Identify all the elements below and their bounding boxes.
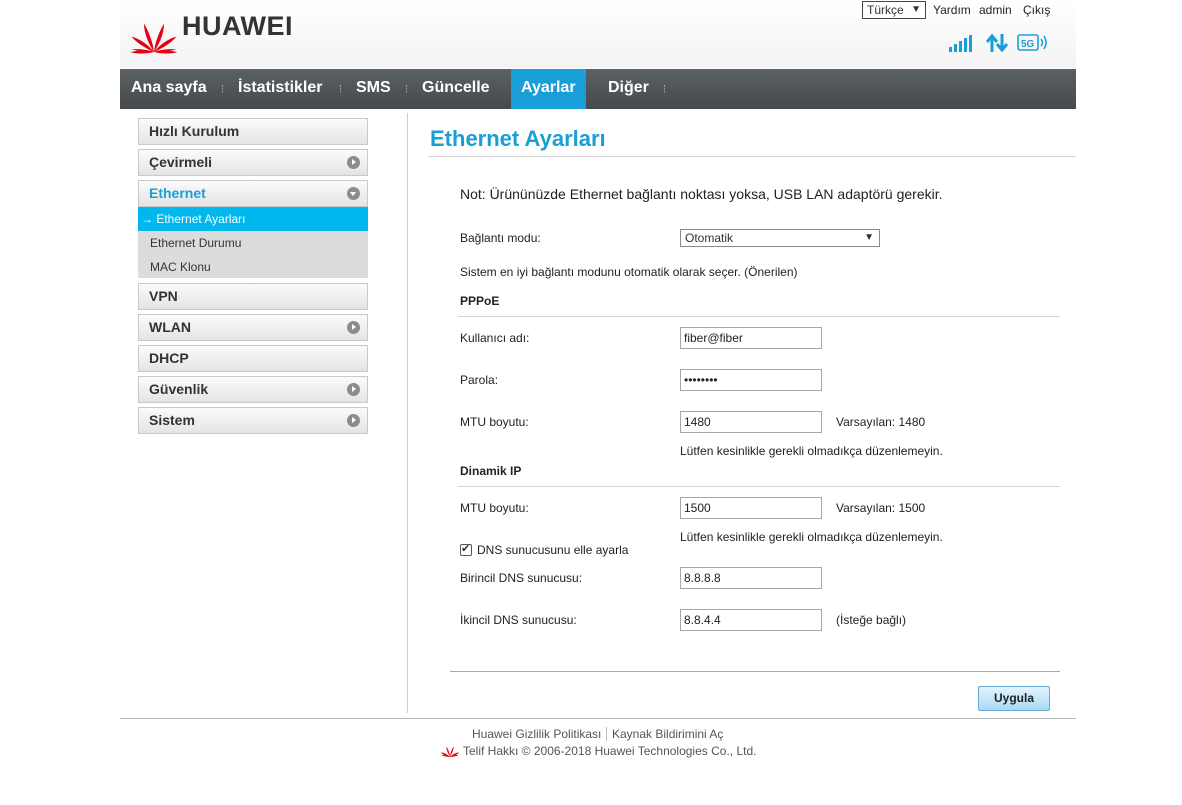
- secondary-dns-hint: (İsteğe bağlı): [836, 613, 907, 627]
- sidebar-item-label: Çevirmeli: [149, 154, 213, 170]
- sidebar-item-system[interactable]: Sistem: [138, 407, 368, 434]
- svg-text:5G: 5G: [1021, 39, 1035, 50]
- chevron-right-icon: [347, 321, 360, 334]
- dns-manual-label: DNS sunucusunu elle ayarla: [477, 543, 629, 557]
- logout-link[interactable]: Çıkış: [1023, 3, 1050, 17]
- main-nav: Ana sayfa İstatistikler SMS Güncelle Aya…: [120, 69, 1076, 109]
- sidebar-item-dhcp[interactable]: DHCP: [138, 345, 368, 372]
- open-source-notice-link[interactable]: Kaynak Bildirimini Aç: [612, 727, 723, 741]
- dropdown-arrow-icon: ▼: [911, 4, 921, 15]
- dynamic-mtu-input[interactable]: [680, 497, 822, 519]
- brand-name: HUAWEI: [182, 11, 293, 41]
- copyright-text: Telif Hakkı © 2006-2018 Huawei Technolog…: [463, 744, 757, 758]
- sidebar-item-dialup[interactable]: Çevirmeli: [138, 149, 368, 176]
- dns-manual-checkbox[interactable]: [460, 542, 472, 556]
- signal-strength-icon: [949, 35, 972, 52]
- nav-sms[interactable]: SMS: [346, 69, 401, 109]
- connection-mode-value: Otomatik: [685, 231, 734, 245]
- sidebar-item-label: VPN: [149, 288, 178, 304]
- chevron-down-icon: [347, 187, 360, 200]
- nav-statistics[interactable]: İstatistikler: [228, 69, 332, 109]
- nav-settings[interactable]: Ayarlar: [511, 69, 586, 109]
- connection-mode-label: Bağlantı modu:: [460, 231, 541, 245]
- dynamic-mtu-label: MTU boyutu:: [460, 501, 529, 515]
- sidebar-item-quick-setup[interactable]: Hızlı Kurulum: [138, 118, 368, 145]
- dynamic-ip-divider: [458, 486, 1060, 487]
- huawei-small-logo-icon: [441, 746, 459, 757]
- user-link[interactable]: admin: [979, 3, 1012, 17]
- chevron-right-icon: [347, 414, 360, 427]
- footer-separator: [606, 727, 607, 741]
- nav-update[interactable]: Güncelle: [412, 69, 500, 109]
- title-divider: [428, 156, 1076, 157]
- chevron-right-icon: [347, 383, 360, 396]
- dynamic-mtu-warning: Lütfen kesinlikle gerekli olmadıkça düze…: [680, 530, 943, 544]
- sidebar-item-label: WLAN: [149, 319, 191, 335]
- sidebar-item-vpn[interactable]: VPN: [138, 283, 368, 310]
- username-input[interactable]: [680, 327, 822, 349]
- secondary-dns-input[interactable]: [680, 609, 822, 631]
- sidebar-item-label: Hızlı Kurulum: [149, 123, 240, 139]
- pppoe-heading: PPPoE: [460, 294, 500, 308]
- connection-mode-hint: Sistem en iyi bağlantı modunu otomatik o…: [460, 265, 798, 279]
- sidebar-subitem-mac-clone[interactable]: MAC Klonu: [138, 255, 368, 279]
- form-bottom-divider: [450, 671, 1060, 672]
- help-link[interactable]: Yardım: [933, 3, 971, 17]
- pppoe-mtu-input[interactable]: [680, 411, 822, 433]
- arrow-right-icon: →: [141, 212, 153, 226]
- language-value: Türkçe: [867, 3, 904, 17]
- language-select[interactable]: Türkçe ▼: [862, 1, 926, 19]
- nav-other[interactable]: Diğer: [598, 69, 659, 109]
- password-input[interactable]: [680, 369, 822, 391]
- username-label: Kullanıcı adı:: [460, 331, 530, 345]
- chevron-right-icon: [347, 156, 360, 169]
- password-label: Parola:: [460, 373, 499, 387]
- 5g-icon: 5G: [1017, 34, 1047, 51]
- primary-dns-label: Birincil DNS sunucusu:: [460, 571, 583, 585]
- sidebar-item-security[interactable]: Güvenlik: [138, 376, 368, 403]
- sidebar-item-wlan[interactable]: WLAN: [138, 314, 368, 341]
- pppoe-mtu-label: MTU boyutu:: [460, 415, 529, 429]
- sidebar-item-label: Güvenlik: [149, 381, 209, 397]
- nav-separator: [664, 85, 665, 93]
- privacy-policy-link[interactable]: Huawei Gizlilik Politikası: [472, 727, 601, 741]
- primary-dns-input[interactable]: [680, 567, 822, 589]
- nav-separator: [340, 85, 341, 93]
- sidebar-subitem-ethernet-status[interactable]: Ethernet Durumu: [138, 231, 368, 255]
- page-title: Ethernet Ayarları: [430, 126, 606, 151]
- dynamic-ip-heading: Dinamik IP: [460, 464, 522, 478]
- pppoe-mtu-default: Varsayılan: 1480: [836, 415, 926, 429]
- footer-divider: [120, 718, 1076, 719]
- nav-home[interactable]: Ana sayfa: [121, 69, 217, 109]
- sidebar-item-label: DHCP: [149, 350, 189, 366]
- sidebar-subitem-ethernet-settings[interactable]: → Ethernet Ayarları: [138, 207, 368, 231]
- connection-mode-select[interactable]: Otomatik ▼: [680, 229, 880, 247]
- apply-button[interactable]: Uygula: [978, 686, 1050, 711]
- pppoe-divider: [458, 316, 1060, 317]
- nav-separator: [406, 85, 407, 93]
- usb-lan-note: Not: Ürününüzde Ethernet bağlantı noktas…: [460, 186, 943, 202]
- dropdown-arrow-icon: ▼: [864, 232, 874, 243]
- nav-separator: [222, 85, 223, 93]
- pppoe-mtu-warning: Lütfen kesinlikle gerekli olmadıkça düze…: [680, 444, 943, 458]
- data-transfer-icon: [986, 33, 1008, 53]
- sidebar-subitem-label: Ethernet Ayarları: [156, 212, 246, 226]
- ethernet-submenu: → Ethernet Ayarları Ethernet Durumu MAC …: [138, 207, 368, 278]
- sidebar-item-label: Sistem: [149, 412, 195, 428]
- header: HUAWEI Türkçe ▼ Yardım admin Çıkış 5G: [120, 0, 1076, 68]
- secondary-dns-label: İkincil DNS sunucusu:: [460, 613, 577, 627]
- sidebar-divider: [407, 113, 408, 713]
- sidebar-item-ethernet[interactable]: Ethernet: [138, 180, 368, 207]
- dynamic-mtu-default: Varsayılan: 1500: [836, 501, 926, 515]
- sidebar-item-label: Ethernet: [149, 185, 206, 201]
